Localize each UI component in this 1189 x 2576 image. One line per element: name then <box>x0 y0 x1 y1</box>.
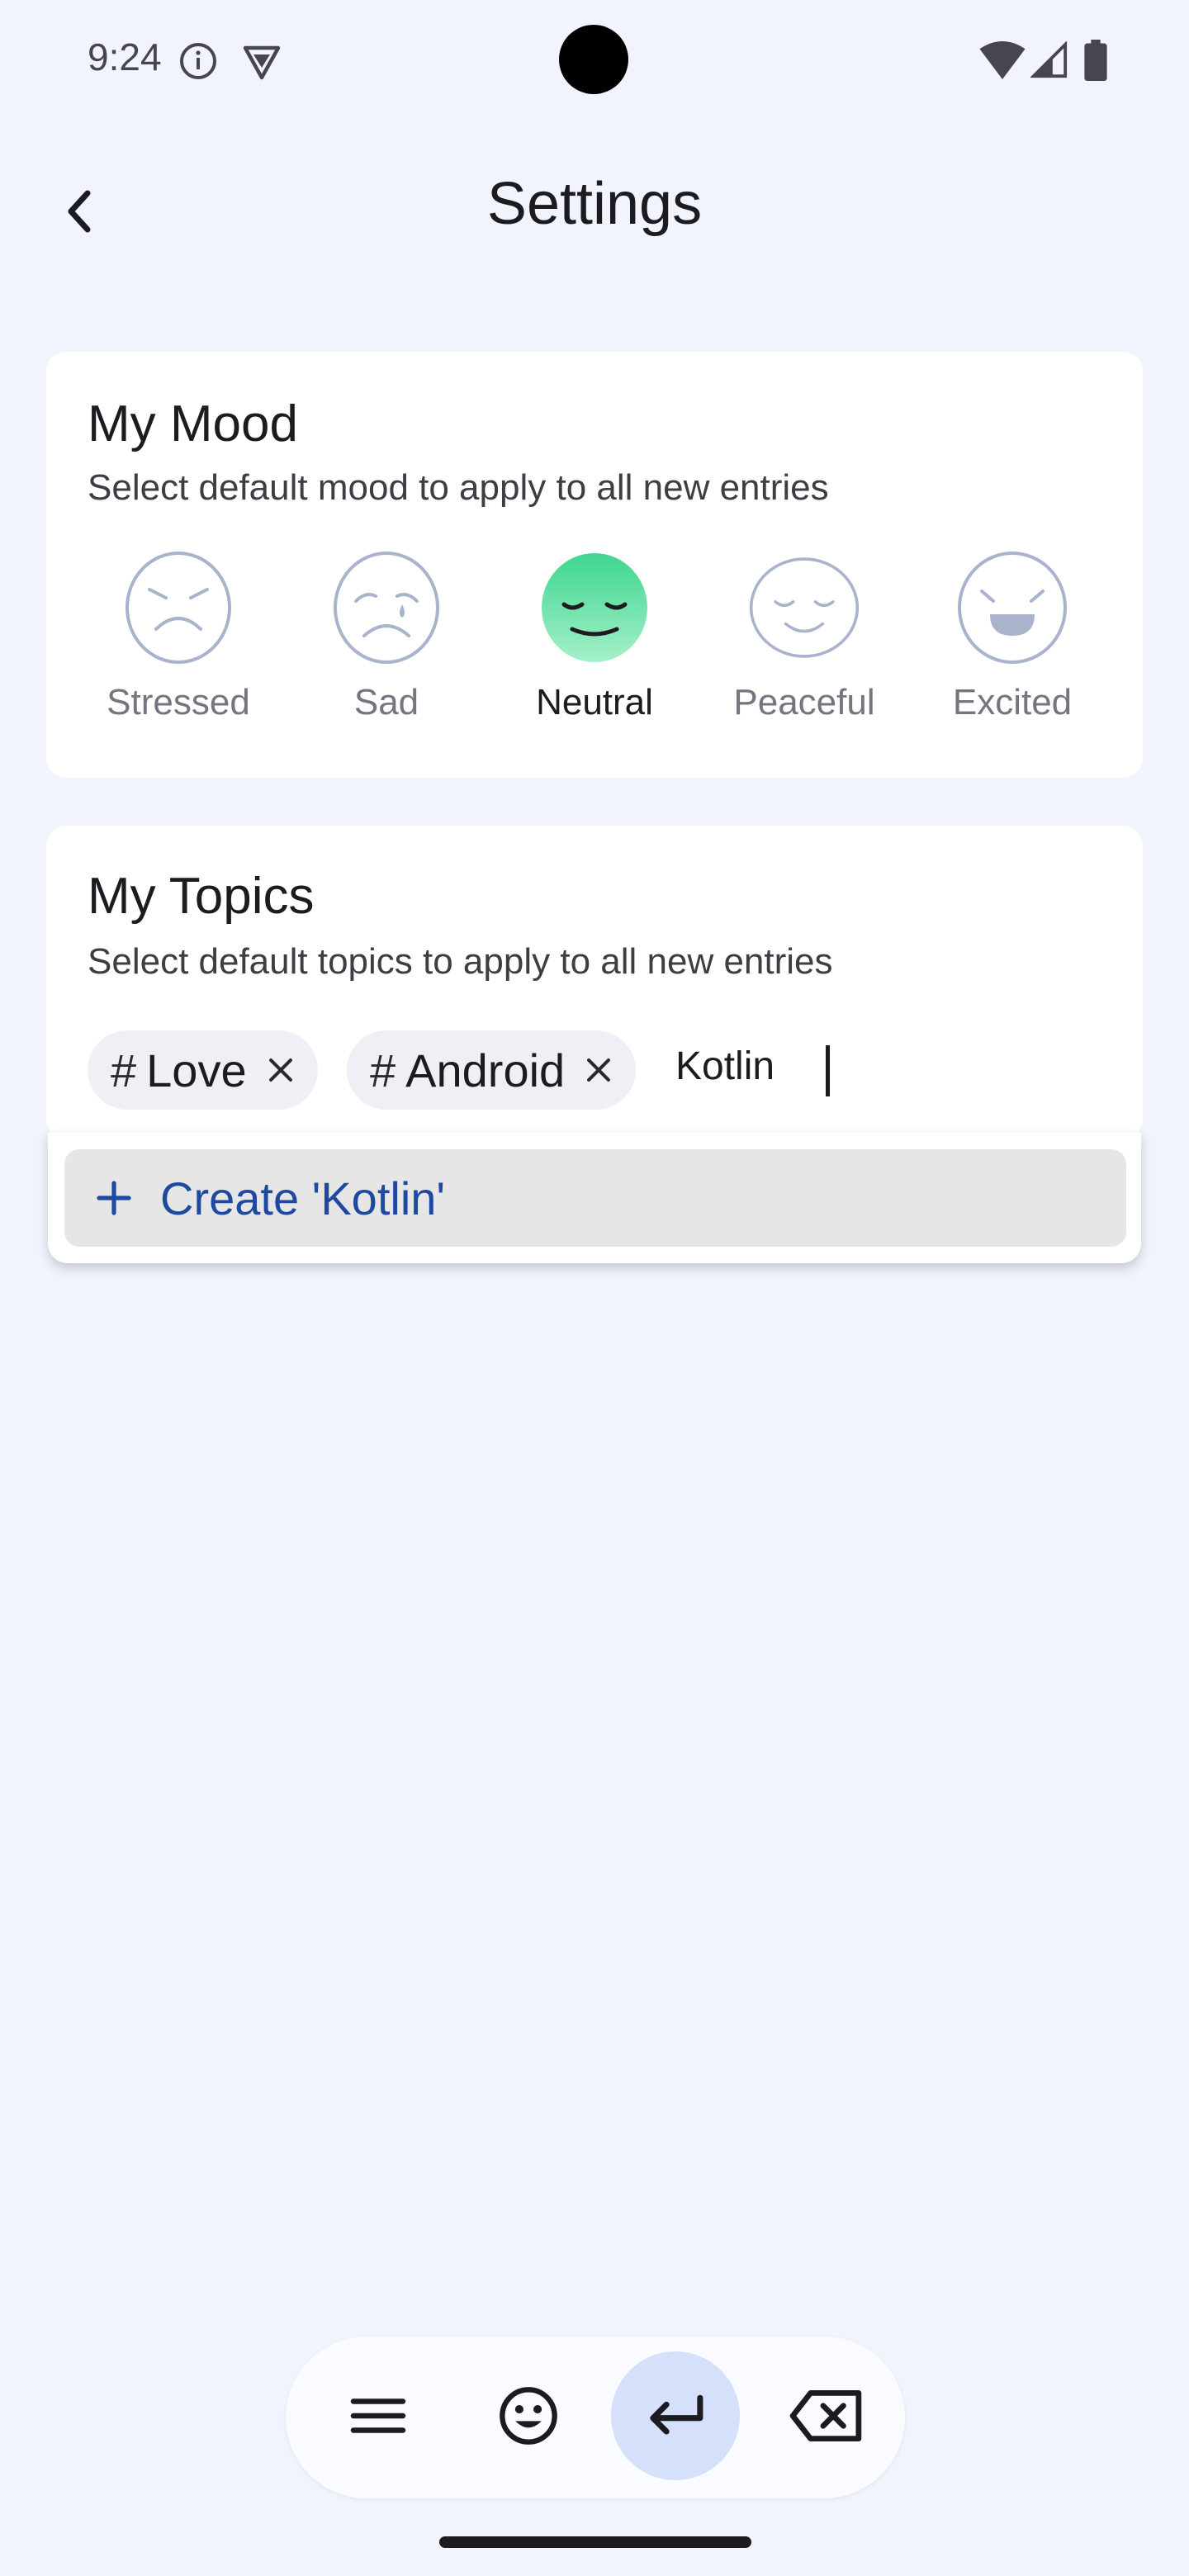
hashtag-icon: # <box>370 1044 396 1096</box>
mood-option-neutral[interactable]: Neutral <box>504 550 685 723</box>
status-time: 9:24 <box>88 36 162 78</box>
mood-option-stressed[interactable]: Stressed <box>88 550 269 723</box>
create-topic-label: Create 'Kotlin' <box>160 1172 446 1224</box>
mood-label: Sad <box>353 682 419 722</box>
info-icon <box>180 43 216 79</box>
mood-label: Stressed <box>107 682 250 722</box>
camera-cutout <box>559 25 628 94</box>
close-icon[interactable] <box>267 1056 295 1084</box>
mood-label: Neutral <box>536 682 653 722</box>
neutral-face-icon <box>542 553 647 662</box>
mood-option-excited[interactable]: Excited <box>921 550 1103 723</box>
mood-label: Excited <box>952 682 1073 722</box>
emoji-icon <box>500 2387 557 2445</box>
sad-face-icon <box>334 552 439 664</box>
menu-icon <box>350 2398 406 2433</box>
enter-button[interactable] <box>611 2351 740 2480</box>
mood-card-subtitle: Select default mood to apply to all new … <box>88 467 829 508</box>
battery-icon <box>1084 40 1107 81</box>
mood-card-title: My Mood <box>88 395 298 452</box>
topics-card-title: My Topics <box>88 868 315 925</box>
hashtag-icon: # <box>111 1044 137 1096</box>
keyboard-toolbar <box>286 2337 905 2498</box>
close-icon[interactable] <box>585 1056 613 1084</box>
topic-chip-android[interactable]: # Android <box>347 1030 637 1110</box>
menu-button[interactable] <box>314 2351 443 2480</box>
backspace-icon <box>789 2390 862 2441</box>
stressed-face-icon <box>126 552 231 664</box>
plus-icon <box>97 1181 131 1215</box>
topics-card: My Topics Select default topics to apply… <box>46 826 1143 1139</box>
vpn-icon <box>243 45 281 80</box>
text-cursor <box>826 1045 830 1096</box>
peaceful-face-icon <box>749 557 860 658</box>
enter-icon <box>650 2394 703 2435</box>
backspace-button[interactable] <box>761 2351 890 2480</box>
mood-card: My Mood Select default mood to apply to … <box>46 352 1143 778</box>
wifi-icon <box>979 41 1026 79</box>
page-title: Settings <box>486 171 703 237</box>
home-indicator[interactable] <box>439 2536 751 2548</box>
topic-chip-label: Android <box>405 1044 566 1096</box>
signal-icon <box>1030 41 1068 78</box>
topic-input[interactable] <box>675 1044 923 1089</box>
mood-option-sad[interactable]: Sad <box>296 550 477 723</box>
topics-card-subtitle: Select default topics to apply to all ne… <box>88 941 833 982</box>
topic-chip-label: Love <box>146 1044 247 1096</box>
emoji-button[interactable] <box>464 2351 593 2480</box>
create-topic-button[interactable]: Create 'Kotlin' <box>64 1149 1126 1247</box>
mood-option-peaceful[interactable]: Peaceful <box>713 550 895 723</box>
topic-chip-love[interactable]: # Love <box>88 1030 318 1110</box>
mood-label: Peaceful <box>733 682 875 722</box>
topic-suggestion-dropdown: Create 'Kotlin' <box>48 1133 1141 1263</box>
excited-face-icon <box>958 552 1067 664</box>
